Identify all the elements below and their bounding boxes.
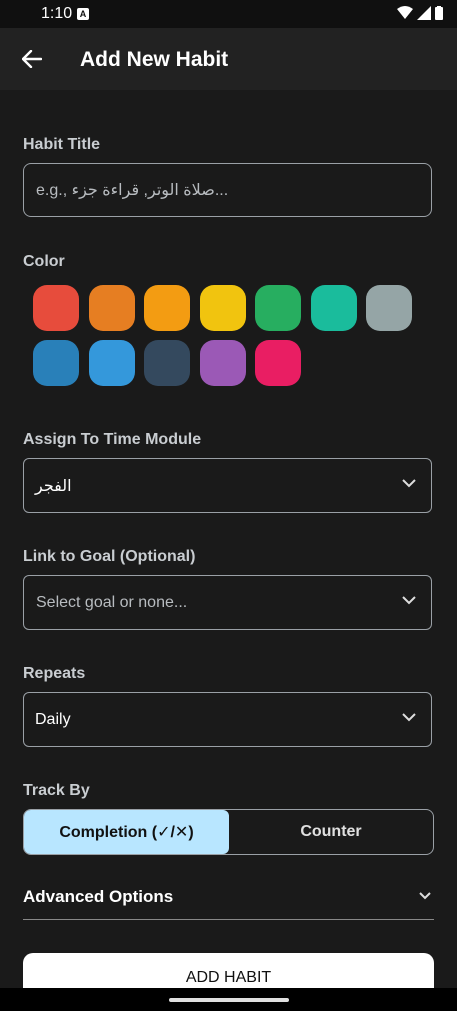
status-bar: 1:10 A	[0, 0, 457, 28]
color-swatch[interactable]	[199, 340, 246, 386]
track-by-completion-option[interactable]: Completion (✓/✕)	[24, 810, 229, 854]
color-swatch[interactable]	[144, 285, 190, 331]
home-gesture-pill[interactable]	[169, 998, 289, 1002]
advanced-options-toggle[interactable]: Advanced Options	[23, 883, 434, 920]
color-swatch[interactable]	[33, 285, 79, 331]
goal-select[interactable]: Select goal or none...	[23, 575, 432, 630]
goal-label: Link to Goal (Optional)	[23, 548, 196, 565]
page-title: Add New Habit	[80, 48, 229, 71]
color-label: Color	[23, 253, 65, 270]
status-time: 1:10	[41, 5, 73, 22]
color-swatch[interactable]	[255, 285, 301, 331]
battery-icon	[435, 6, 443, 20]
wifi-icon	[397, 6, 413, 19]
time-module-select[interactable]: الفجر	[23, 458, 432, 513]
chevron-down-icon	[402, 596, 416, 605]
color-swatch[interactable]	[88, 285, 135, 331]
color-swatch[interactable]	[144, 340, 190, 386]
back-button[interactable]	[14, 41, 50, 77]
track-by-toggle: Completion (✓/✕) Counter	[23, 809, 434, 855]
goal-placeholder: Select goal or none...	[36, 593, 188, 611]
repeats-value: Daily	[35, 710, 71, 728]
chevron-down-icon	[419, 892, 431, 900]
signal-icon	[417, 6, 431, 20]
time-module-label: Assign To Time Module	[23, 431, 202, 448]
chevron-down-icon	[402, 479, 416, 488]
color-swatch[interactable]	[255, 340, 301, 386]
color-swatch[interactable]	[310, 285, 357, 331]
status-icons	[397, 6, 443, 20]
repeats-label: Repeats	[23, 665, 86, 682]
habit-title-input[interactable]: e.g., صلاة الوتر, قراءة جزء...	[23, 163, 432, 217]
habit-title-placeholder: e.g., صلاة الوتر, قراءة جزء...	[36, 182, 229, 199]
time-module-value: الفجر	[35, 477, 72, 495]
arrow-left-icon	[22, 50, 42, 68]
advanced-options-label: Advanced Options	[23, 887, 174, 906]
repeats-select[interactable]: Daily	[23, 692, 432, 747]
app-bar: Add New Habit	[0, 28, 457, 90]
color-swatch[interactable]	[88, 340, 135, 386]
navigation-bar	[0, 988, 457, 1011]
color-swatch[interactable]	[366, 285, 412, 331]
track-by-label: Track By	[23, 782, 90, 799]
color-swatch[interactable]	[33, 340, 79, 386]
track-by-counter-option[interactable]: Counter	[229, 810, 433, 854]
notification-icon: A	[77, 8, 89, 20]
color-swatch[interactable]	[199, 285, 246, 331]
habit-title-label: Habit Title	[23, 136, 101, 153]
chevron-down-icon	[402, 713, 416, 722]
